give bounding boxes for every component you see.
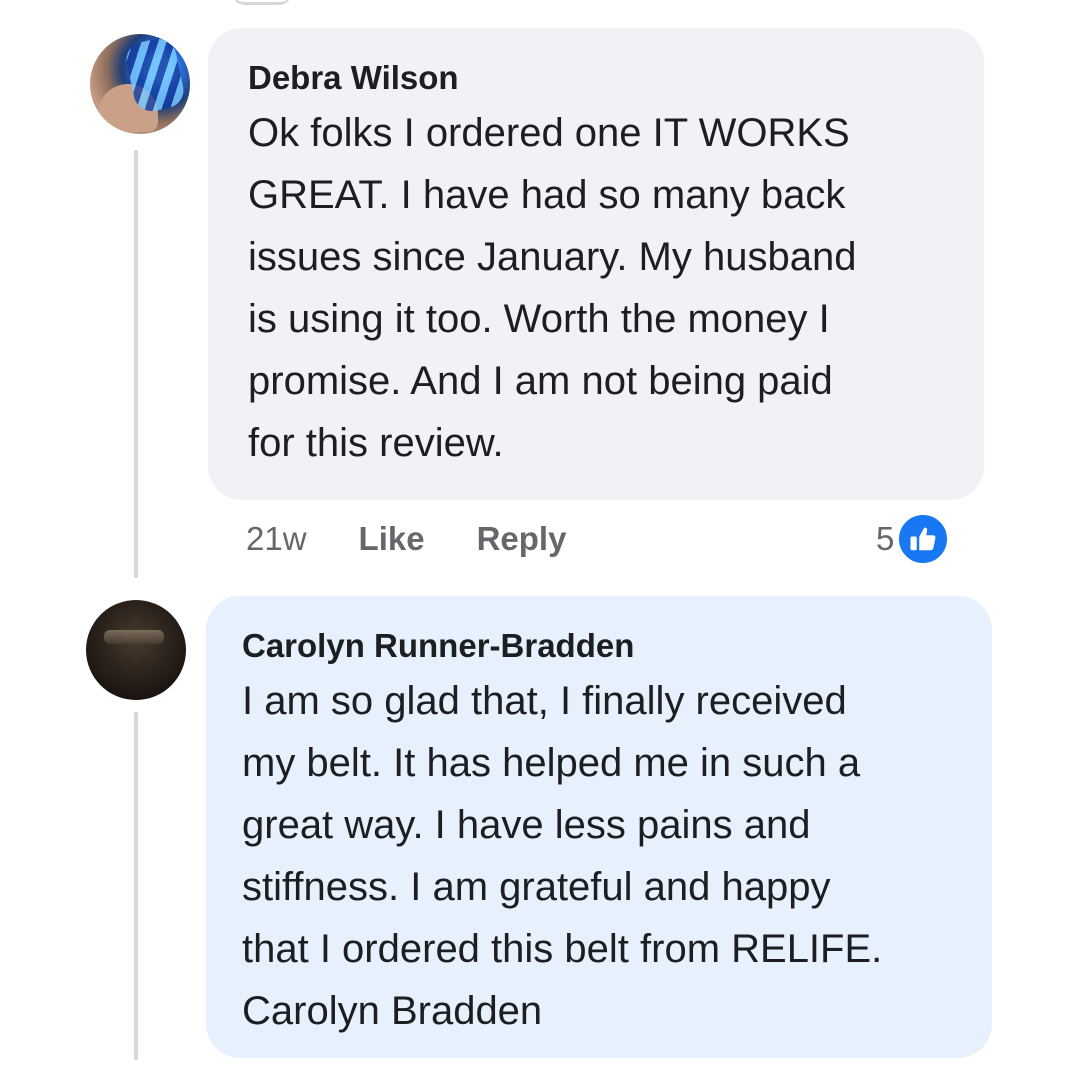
- comment-actions: 21w Like Reply: [246, 516, 566, 562]
- comment-bubble: Debra Wilson Ok folks I ordered one IT W…: [208, 28, 984, 500]
- avatar[interactable]: [86, 600, 186, 700]
- thread-connector-top: [232, 0, 292, 5]
- comment-text: I am so glad that, I finally received my…: [242, 679, 883, 1033]
- reaction-count: 5: [876, 520, 895, 557]
- avatar[interactable]: [90, 34, 190, 134]
- reply-button[interactable]: Reply: [477, 520, 567, 558]
- comment-author[interactable]: Debra Wilson: [248, 58, 944, 98]
- thread-line: [134, 150, 138, 578]
- comment-bubble: Carolyn Runner-Bradden I am so glad that…: [206, 596, 992, 1058]
- comment-text: Ok folks I ordered one IT WORKS GREAT. I…: [248, 111, 857, 465]
- reaction-summary[interactable]: 5: [876, 510, 951, 568]
- thumbs-up-icon: [910, 527, 936, 551]
- comment-thread: Debra Wilson Ok folks I ordered one IT W…: [0, 0, 1080, 1080]
- thumbs-up-icon: [896, 512, 951, 566]
- avatar-image-part: [104, 630, 164, 644]
- thread-line: [134, 712, 138, 1060]
- comment-timestamp[interactable]: 21w: [246, 520, 307, 558]
- comment-author[interactable]: Carolyn Runner-Bradden: [242, 626, 956, 666]
- like-button[interactable]: Like: [359, 520, 425, 558]
